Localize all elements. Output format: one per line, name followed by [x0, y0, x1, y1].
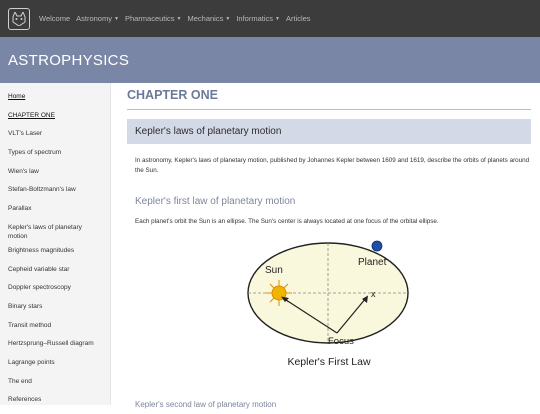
sidebar-item-chapter-one[interactable]: CHAPTER ONE — [0, 111, 110, 130]
focus-label: Focus — [328, 336, 354, 347]
focus-x-label: x — [371, 289, 376, 299]
section-header: Kepler's laws of planetary motion — [127, 119, 531, 144]
nav-mechanics[interactable]: Mechanics ▼ — [188, 14, 231, 23]
sidebar-item-wiens-law[interactable]: Wien's law — [0, 167, 110, 186]
sidebar-item-keplers-laws[interactable]: Kepler's laws of planetary motion — [0, 223, 110, 246]
nav-informatics-label: Informatics — [236, 14, 273, 23]
nav-articles-label: Articles — [285, 14, 311, 23]
caret-down-icon: ▼ — [176, 15, 182, 22]
planet-icon — [371, 240, 383, 252]
sidebar-item-stefan-boltzmann[interactable]: Stefan-Boltzmann's law — [0, 185, 110, 204]
planet-label: Planet — [358, 257, 387, 268]
figure-caption: Kepler's First Law — [287, 356, 371, 368]
caret-down-icon: ▼ — [225, 15, 231, 22]
sidebar-item-brightness-magnitudes[interactable]: Brightness magnitudes — [0, 246, 110, 265]
banner-title: ASTROPHYSICS — [8, 51, 130, 69]
first-law-title: Kepler's first law of planetary motion — [135, 196, 296, 207]
page-banner: ASTROPHYSICS — [0, 37, 540, 83]
nav-pharmaceutics-label: Pharmaceutics — [124, 14, 175, 23]
chapter-divider — [127, 109, 531, 110]
nav-welcome-label: Welcome — [39, 14, 71, 23]
intro-paragraph: In astronomy, Kepler's laws of planetary… — [135, 157, 530, 174]
main-content: CHAPTER ONE Kepler's laws of planetary m… — [127, 83, 532, 409]
nav-astronomy-label: Astronomy — [76, 14, 112, 23]
sidebar-item-lagrange-points[interactable]: Lagrange points — [0, 358, 110, 377]
sidebar-item-hr-diagram[interactable]: Hertzsprung–Russell diagram — [0, 339, 110, 358]
sidebar: Home CHAPTER ONE VLT's Laser Types of sp… — [0, 83, 111, 405]
sun-label: Sun — [265, 265, 283, 276]
caret-down-icon: ▼ — [113, 15, 119, 22]
sidebar-item-cepheid[interactable]: Cepheid variable star — [0, 265, 110, 284]
cat-logo-icon[interactable] — [8, 7, 30, 30]
sidebar-item-types-of-spectrum[interactable]: Types of spectrum — [0, 148, 110, 167]
nav-informatics[interactable]: Informatics ▼ — [236, 14, 280, 23]
first-law-text: Each planet's orbit the Sun is an ellips… — [135, 218, 439, 225]
chapter-title: CHAPTER ONE — [127, 88, 218, 102]
sidebar-item-binary-stars[interactable]: Binary stars — [0, 302, 110, 321]
sidebar-item-home[interactable]: Home — [0, 92, 110, 111]
kepler-first-law-figure: Sun Planet x Focus Kepler's First Law — [247, 240, 409, 368]
sidebar-item-vlts-laser[interactable]: VLT's Laser — [0, 129, 110, 148]
sidebar-item-transit-method[interactable]: Transit method — [0, 321, 110, 340]
sidebar-item-parallax[interactable]: Parallax — [0, 204, 110, 223]
sidebar-item-the-end[interactable]: The end — [0, 377, 110, 396]
nav-welcome[interactable]: Welcome — [39, 14, 70, 23]
nav-mechanics-label: Mechanics — [187, 14, 224, 23]
caret-down-icon: ▼ — [275, 15, 280, 22]
nav-articles[interactable]: Articles — [286, 14, 311, 23]
sidebar-item-doppler[interactable]: Doppler spectroscopy — [0, 283, 110, 302]
top-navbar: Welcome Astronomy ▼ Pharmaceutics ▼ Mechan… — [0, 0, 540, 37]
nav-pharmaceutics[interactable]: Pharmaceutics ▼ — [125, 14, 182, 23]
nav-astronomy[interactable]: Astronomy ▼ — [76, 14, 119, 23]
section-title: Kepler's laws of planetary motion — [135, 126, 282, 137]
